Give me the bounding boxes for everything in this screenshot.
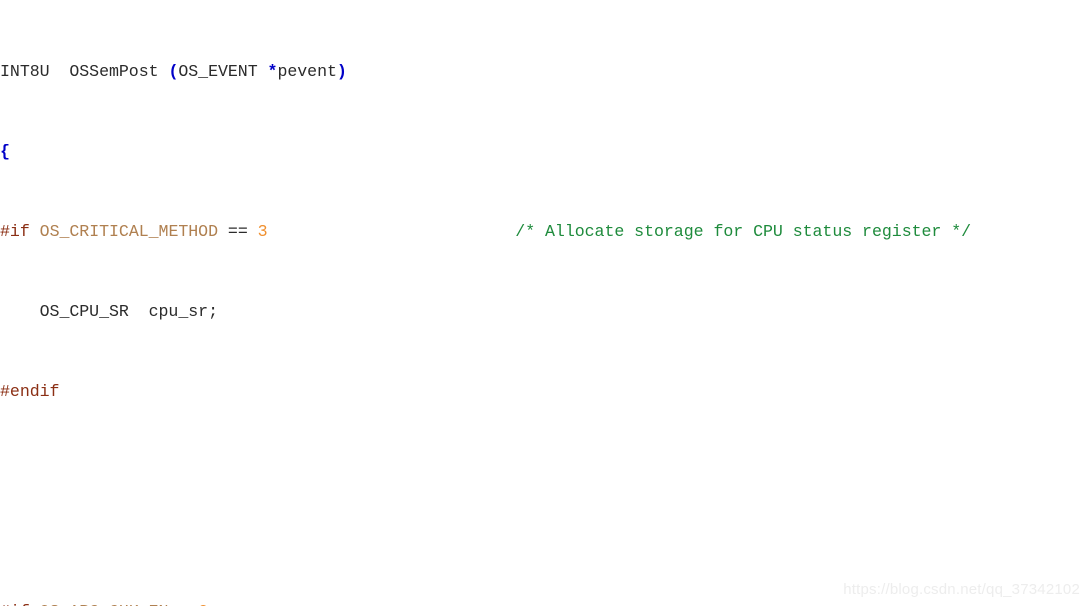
code-line: #endif	[0, 382, 60, 401]
code-line: #if OS_ARG_CHK_EN > 0	[0, 602, 1086, 606]
code-line: #if OS_CRITICAL_METHOD == 3 /* Allocate …	[0, 222, 972, 241]
code-screenshot: INT8U OSSemPost (OS_EVENT *pevent) { #if…	[0, 0, 1086, 606]
code-editor-content[interactable]: INT8U OSSemPost (OS_EVENT *pevent) { #if…	[0, 0, 1086, 606]
code-line: INT8U OSSemPost (OS_EVENT *pevent)	[0, 62, 347, 81]
watermark-text: https://blog.csdn.net/qq_37342102	[843, 581, 1080, 598]
code-line: OS_CPU_SR cpu_sr;	[0, 302, 218, 321]
code-line: {	[0, 142, 10, 161]
